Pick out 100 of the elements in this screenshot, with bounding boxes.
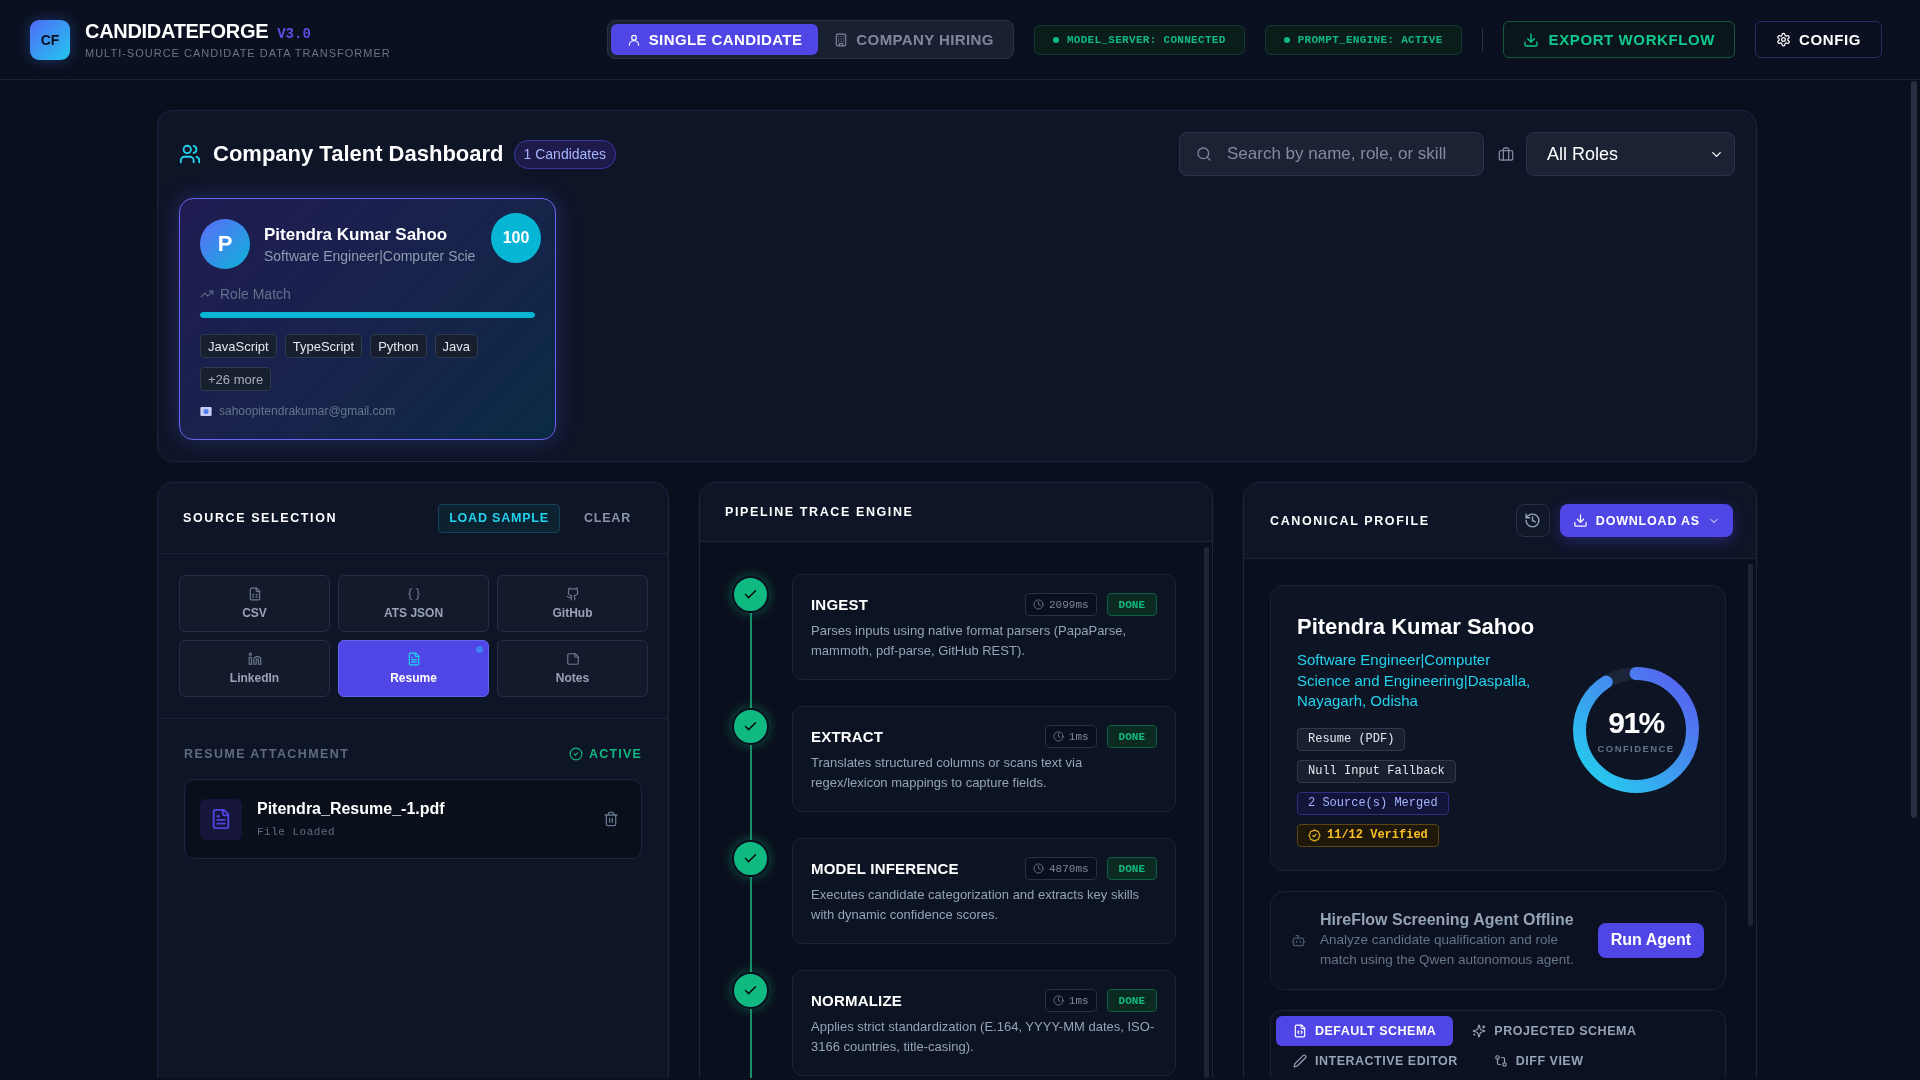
agent-description: Analyze candidate qualification and role match using the Qwen autonomous agent. bbox=[1320, 930, 1575, 969]
robot-icon bbox=[1291, 932, 1306, 948]
braces-icon bbox=[406, 587, 421, 601]
schema-tab[interactable]: INTERACTIVE EDITOR bbox=[1276, 1045, 1475, 1076]
skill-tag: Java bbox=[434, 334, 479, 358]
step-title: EXTRACT bbox=[811, 728, 884, 745]
pencil-icon bbox=[1293, 1053, 1307, 1068]
panel-title: PIPELINE TRACE ENGINE bbox=[725, 505, 914, 519]
sparkles-icon bbox=[1472, 1023, 1487, 1038]
source-tile[interactable]: ATS JSON bbox=[338, 575, 489, 632]
scrollbar-thumb[interactable] bbox=[1748, 564, 1753, 926]
match-score-badge: 100 bbox=[491, 213, 541, 263]
document-icon bbox=[406, 652, 421, 666]
clock-icon bbox=[1033, 599, 1044, 610]
confidence-label: CONFIDENCE bbox=[1597, 742, 1675, 754]
verified-text: 11/12 Verified bbox=[1327, 828, 1428, 842]
schema-tab[interactable]: PROJECTED SCHEMA bbox=[1455, 1015, 1654, 1046]
step-description: Parses inputs using native format parsers (PapaParse, mammoth, pdf-parse, GitHub REST). bbox=[811, 622, 1128, 660]
app-title: CANDIDATEFORGE bbox=[85, 20, 269, 43]
download-as-button[interactable]: DOWNLOAD AS bbox=[1559, 504, 1733, 537]
clear-button[interactable]: CLEAR bbox=[571, 503, 643, 533]
agent-title: HireFlow Screening Agent Offline bbox=[1320, 910, 1574, 929]
load-sample-button[interactable]: LOAD SAMPLE bbox=[438, 503, 560, 533]
envelope-icon bbox=[200, 406, 212, 416]
app-subtitle: MULTI-SOURCE CANDIDATE DATA TRANSFORMER bbox=[85, 47, 391, 59]
settings-icon bbox=[1776, 32, 1792, 47]
candidate-count-badge: 1 Candidates bbox=[513, 139, 617, 169]
version-label: V3.0 bbox=[277, 26, 311, 42]
download-icon bbox=[1572, 513, 1588, 528]
history-icon bbox=[1524, 512, 1542, 529]
person-icon bbox=[626, 32, 641, 47]
source-tile[interactable]: CSV bbox=[179, 575, 330, 632]
profile-headline: Software Engineer|Computer Science and Engineering|Daspalla, Nayagarh, Odisha bbox=[1297, 650, 1532, 711]
step-title: INGEST bbox=[811, 596, 869, 613]
scrollbar-thumb[interactable] bbox=[1204, 547, 1209, 1078]
download-icon bbox=[1522, 31, 1539, 48]
panel-title: SOURCE SELECTION bbox=[183, 511, 338, 525]
duration-text: 4870ms bbox=[1049, 862, 1089, 875]
skill-tag: TypeScript bbox=[284, 334, 363, 358]
status-text: PROMPT_ENGINE: ACTIVE bbox=[1297, 33, 1443, 46]
schema-tab[interactable]: DIFF VIEW bbox=[1476, 1045, 1601, 1076]
section-label: RESUME ATTACHMENT bbox=[184, 747, 350, 761]
candidate-name: Pitendra Kumar Sahoo bbox=[264, 224, 448, 245]
step-title: MODEL INFERENCE bbox=[811, 860, 959, 877]
file-name: Pitendra_Resume_-1.pdf bbox=[257, 800, 445, 818]
building-icon bbox=[834, 32, 849, 47]
candidate-card[interactable]: P Pitendra Kumar Sahoo Software Engineer|Computer Scie 100 Role Match JavaScript TypeScript Python Java +26 more sahoopitendrakumar@gmail.com bbox=[179, 198, 556, 440]
note-icon bbox=[565, 652, 580, 666]
file-code-icon bbox=[1293, 1023, 1307, 1038]
source-tile[interactable]: LinkedIn bbox=[179, 640, 330, 697]
source-tag: Null Input Fallback bbox=[1297, 759, 1456, 783]
avatar-circle: P bbox=[200, 219, 250, 269]
step-title: NORMALIZE bbox=[811, 992, 902, 1009]
briefcase-icon bbox=[1498, 146, 1514, 162]
status-badge: DONE bbox=[1106, 593, 1157, 616]
app-logo: CF bbox=[30, 19, 70, 60]
file-status: File Loaded bbox=[257, 826, 337, 838]
linkedin-icon bbox=[247, 652, 262, 666]
clock-icon bbox=[1052, 731, 1064, 742]
config-button[interactable]: CONFIG bbox=[1755, 21, 1882, 58]
spreadsheet-icon bbox=[247, 587, 262, 601]
status-dot-icon bbox=[1283, 36, 1290, 43]
status-badge: DONE bbox=[1106, 989, 1157, 1012]
status-badge: DONE bbox=[1106, 725, 1157, 748]
candidate-headline: Software Engineer|Computer Scie bbox=[264, 247, 476, 264]
search-field[interactable]: Search by name, role, or skill bbox=[1179, 132, 1484, 176]
timeline-line bbox=[749, 1009, 752, 1078]
clock-icon bbox=[1052, 995, 1064, 1006]
github-icon bbox=[565, 587, 580, 601]
schema-tab[interactable]: DEFAULT SCHEMA bbox=[1276, 1015, 1454, 1046]
skill-tag: Python bbox=[370, 334, 427, 358]
users-icon bbox=[179, 143, 201, 165]
candidate-email: sahoopitendrakumar@gmail.com bbox=[219, 404, 396, 418]
duration-text: 2099ms bbox=[1049, 598, 1089, 611]
step-description: Executes candidate categorization and extracts key skills with dynamic confidence scores. bbox=[811, 886, 1141, 924]
duration-text: 1ms bbox=[1068, 994, 1089, 1007]
step-description: Translates structured columns or scans text via regex/lexicon mappings to capture fields. bbox=[811, 754, 1084, 792]
source-tile[interactable]: Resume bbox=[338, 640, 489, 697]
compare-icon bbox=[1493, 1053, 1508, 1068]
mode-tab[interactable]: SINGLE CANDIDATE bbox=[610, 24, 819, 55]
role-filter-dropdown[interactable]: All Roles bbox=[1526, 132, 1735, 176]
status-text: MODEL_SERVER: CONNECTED bbox=[1066, 33, 1226, 46]
status-dot-icon bbox=[1052, 36, 1059, 43]
source-tag: Resume (PDF) bbox=[1297, 727, 1406, 751]
status-label: ACTIVE bbox=[588, 747, 642, 761]
history-button[interactable] bbox=[1515, 504, 1550, 537]
check-circle-icon bbox=[568, 747, 583, 761]
export-workflow-button[interactable]: EXPORT WORKFLOW bbox=[1502, 21, 1736, 58]
run-agent-button[interactable]: Run Agent bbox=[1597, 922, 1704, 958]
role-match-label: Role Match bbox=[220, 285, 291, 302]
search-icon bbox=[1196, 146, 1212, 162]
step-description: Applies strict standardization (E.164, YYYY-MM dates, ISO-3166 countries, title-casing). bbox=[811, 1018, 1156, 1056]
panel-title: CANONICAL PROFILE bbox=[1270, 513, 1430, 528]
document-icon bbox=[200, 798, 242, 840]
status-badge: DONE bbox=[1106, 857, 1157, 880]
scrollbar-thumb[interactable] bbox=[1911, 81, 1917, 818]
source-tile[interactable]: GitHub bbox=[497, 575, 648, 632]
trash-icon[interactable] bbox=[603, 811, 619, 827]
mode-tab[interactable]: COMPANY HIRING bbox=[818, 24, 1010, 55]
source-tile[interactable]: Notes bbox=[497, 640, 648, 697]
